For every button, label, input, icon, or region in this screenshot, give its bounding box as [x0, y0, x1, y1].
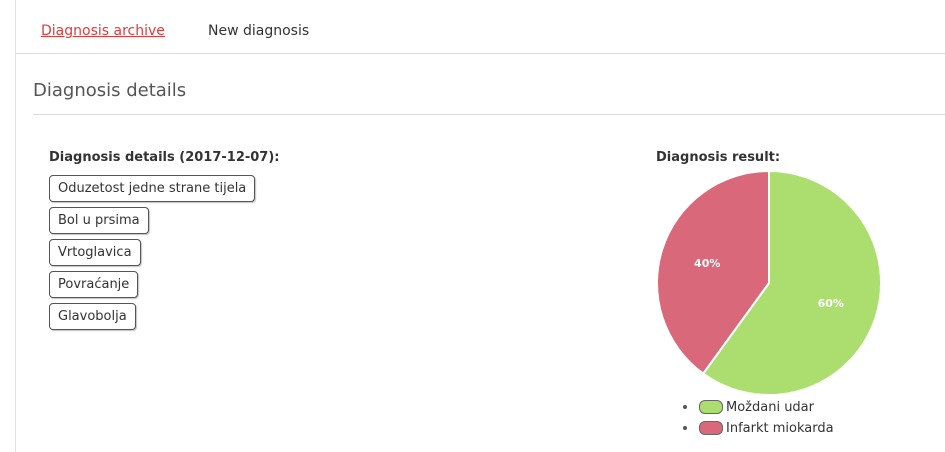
legend-label: Moždani udar: [726, 400, 814, 415]
pie-slice-label-1: 40%: [694, 257, 720, 270]
symptom-tag: Bol u prsima: [49, 207, 149, 234]
symptom-tag: Oduzetost jedne strane tijela: [49, 175, 256, 202]
tab-new-diagnosis[interactable]: New diagnosis: [208, 22, 309, 40]
bullet-icon: [683, 404, 687, 409]
legend-swatch: [699, 399, 723, 414]
legend-swatch: [699, 420, 723, 435]
symptom-tag: Glavobolja: [49, 303, 136, 330]
legend-item: Infarkt miokarda: [683, 418, 834, 439]
chart-legend: Moždani udar Infarkt miokarda: [683, 397, 834, 439]
left-border: [15, 0, 16, 452]
diagnosis-pie-chart: 60% 40%: [656, 169, 882, 396]
legend-item: Moždani udar: [683, 397, 834, 418]
symptom-list: Oduzetost jedne strane tijela Bol u prsi…: [49, 175, 256, 335]
bullet-icon: [683, 425, 687, 430]
legend-label: Infarkt miokarda: [726, 421, 834, 436]
pie-slice-label-0: 60%: [818, 297, 844, 310]
page-title: Diagnosis details: [33, 80, 187, 101]
symptom-tag: Vrtoglavica: [49, 239, 141, 266]
tab-diagnosis-archive[interactable]: Diagnosis archive: [41, 22, 165, 40]
title-divider: [33, 114, 945, 115]
top-navigation: Diagnosis archive New diagnosis: [16, 0, 945, 54]
symptom-tag: Povraćanje: [49, 271, 139, 298]
diagnosis-details-heading: Diagnosis details (2017-12-07):: [49, 150, 280, 165]
diagnosis-result-heading: Diagnosis result:: [656, 150, 781, 165]
